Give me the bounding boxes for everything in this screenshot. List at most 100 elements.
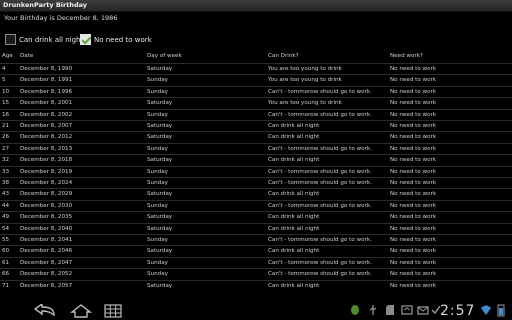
cell-day-of-week: Saturday <box>147 248 173 255</box>
recent-apps-icon[interactable] <box>104 304 122 318</box>
cell-need-work: No need to work <box>390 214 437 221</box>
table-row[interactable]: 16 December 8, 2002 Sunday Can't - tommorow… <box>0 108 512 120</box>
usb-icon[interactable] <box>368 304 378 316</box>
cell-date: December 8, 2007 <box>20 123 73 129</box>
cell-can-drink: Can drink all night <box>268 134 320 141</box>
cell-need-work: No need to work <box>390 168 437 175</box>
title-bar: DrunkenParty Birthday <box>0 0 512 12</box>
cell-day-of-week: Sunday <box>147 202 168 209</box>
wifi-icon[interactable] <box>480 304 492 316</box>
table-row[interactable]: 27 December 8, 2013 Sunday Can't - tommorow… <box>0 142 512 154</box>
cell-can-drink: Can drink all night <box>268 282 320 289</box>
cell-age: 4 <box>2 66 6 72</box>
table-row[interactable]: 60 December 8, 2046 Saturday Can drink all … <box>0 245 512 256</box>
cell-age: 10 <box>2 88 10 95</box>
table-row[interactable]: 54 December 8, 2040 Saturday Can drink all … <box>0 222 512 234</box>
table-row[interactable]: 4 December 8, 1990 Saturday You are too you… <box>0 63 512 74</box>
system-navigation-bar: 2:57 <box>0 301 512 320</box>
cell-age: 66 <box>2 271 10 278</box>
cell-date: December 8, 2047 <box>20 259 73 266</box>
cell-date: December 8, 2019 <box>20 168 73 175</box>
cell-age: 32 <box>2 157 10 164</box>
cell-need-work: No need to work <box>390 202 437 209</box>
filter-can-drink-all-night[interactable]: Can drink all night <box>5 32 83 47</box>
cell-can-drink: Can't - tommorow should go to work. <box>268 168 372 175</box>
cell-need-work: No need to work <box>390 77 437 84</box>
cell-need-work: No need to work <box>390 180 437 186</box>
table-row[interactable]: 5 December 8, 1991 Sunday You are too young… <box>0 74 512 85</box>
cell-day-of-week: Sunday <box>147 237 168 243</box>
cell-day-of-week: Saturday <box>147 100 173 107</box>
cell-day-of-week: Sunday <box>147 111 168 118</box>
table-row[interactable]: 49 December 8, 2035 Saturday Can drink all … <box>0 211 512 222</box>
cell-can-drink: Can't - tommorow should go to work. <box>268 145 372 152</box>
cell-need-work: No need to work <box>390 88 437 95</box>
cell-need-work: No need to work <box>390 134 437 141</box>
table-row[interactable]: 55 December 8, 2041 Sunday Can't - tommorow… <box>0 234 512 245</box>
cell-need-work: No need to work <box>390 248 437 255</box>
table-row[interactable]: 10 December 8, 1996 Sunday Can't - tommorow… <box>0 85 512 97</box>
table-row[interactable]: 66 December 8, 2052 Sunday Can't - tommorow… <box>0 268 512 279</box>
table-row[interactable]: 33 December 8, 2019 Sunday Can't - tommorow… <box>0 165 512 177</box>
cell-day-of-week: Sunday <box>147 168 168 175</box>
cell-can-drink: Can't - tommorow should go to work. <box>268 271 372 278</box>
cell-age: 38 <box>2 180 10 186</box>
table-row[interactable]: 44 December 8, 2030 Sunday Can't - tommorow… <box>0 199 512 211</box>
cell-age: 16 <box>2 111 10 118</box>
table-row[interactable]: 32 December 8, 2018 Saturday Can drink all … <box>0 154 512 165</box>
cell-age: 44 <box>2 202 10 209</box>
battery-icon[interactable] <box>495 304 507 317</box>
cell-age: 33 <box>2 168 10 175</box>
cell-date: December 8, 2013 <box>20 145 73 152</box>
cell-can-drink: Can drink all night <box>268 157 320 164</box>
cell-can-drink: You are too young to drink <box>268 100 342 107</box>
no-need-to-work-checkbox[interactable] <box>80 34 91 45</box>
cell-day-of-week: Saturday <box>147 157 173 164</box>
sd-card-icon[interactable] <box>385 304 395 316</box>
cell-date: December 8, 1996 <box>20 88 73 95</box>
cell-date: December 8, 2057 <box>20 282 73 289</box>
table-row[interactable]: 71 December 8, 2057 Saturday Can drink all … <box>0 279 512 291</box>
back-arrow-icon[interactable] <box>34 304 56 318</box>
cell-day-of-week: Sunday <box>147 77 168 84</box>
cell-day-of-week: Saturday <box>147 134 173 141</box>
cell-day-of-week: Sunday <box>147 180 168 186</box>
header-can-drink: Can Drink? <box>268 53 299 59</box>
mail-icon[interactable] <box>417 304 429 316</box>
cell-date: December 8, 1990 <box>20 66 73 72</box>
cell-day-of-week: Saturday <box>147 191 173 198</box>
table-row[interactable]: 38 December 8, 2024 Sunday Can't - tommorow… <box>0 177 512 188</box>
table-row[interactable]: 43 December 8, 2029 Saturday Can drink all … <box>0 188 512 199</box>
birthday-text: Your Birthday is December 8, 1986 <box>4 14 118 22</box>
cell-date: December 8, 2040 <box>20 225 73 232</box>
cell-need-work: No need to work <box>390 271 437 278</box>
can-drink-checkbox[interactable] <box>5 34 16 45</box>
cell-can-drink: Can drink all night <box>268 191 320 198</box>
cell-day-of-week: Saturday <box>147 282 173 289</box>
table-row[interactable]: 15 December 8, 2001 Saturday You are too yo… <box>0 97 512 108</box>
cell-age: 71 <box>2 282 10 289</box>
cell-need-work: No need to work <box>390 123 437 129</box>
table-row[interactable]: 26 December 8, 2012 Saturday Can drink all … <box>0 131 512 142</box>
cell-age: 49 <box>2 214 10 221</box>
table-row[interactable]: 61 December 8, 2047 Sunday Can't - tommorow… <box>0 256 512 268</box>
cell-can-drink: Can't - tommorow should go to work. <box>268 202 372 209</box>
sync-icon[interactable] <box>401 304 413 316</box>
cell-need-work: No need to work <box>390 282 437 289</box>
cell-date: December 8, 2018 <box>20 157 73 164</box>
cell-date: December 8, 2035 <box>20 214 73 221</box>
filter-no-need-to-work[interactable]: No need to work <box>80 32 152 47</box>
android-icon[interactable] <box>350 304 360 316</box>
cell-age: 5 <box>2 77 6 84</box>
cell-date: December 8, 2030 <box>20 202 73 209</box>
cell-need-work: No need to work <box>390 259 437 266</box>
table-row[interactable]: 21 December 8, 2007 Saturday Can drink all … <box>0 120 512 131</box>
cell-need-work: No need to work <box>390 237 437 243</box>
header-date: Date <box>20 53 34 59</box>
clock[interactable]: 2:57 <box>440 303 475 319</box>
home-icon[interactable] <box>70 304 92 318</box>
cell-can-drink: Can't - tommorow should go to work. <box>268 111 372 118</box>
cell-date: December 8, 2046 <box>20 248 73 255</box>
can-drink-label: Can drink all night <box>19 35 84 44</box>
cell-age: 43 <box>2 191 10 198</box>
